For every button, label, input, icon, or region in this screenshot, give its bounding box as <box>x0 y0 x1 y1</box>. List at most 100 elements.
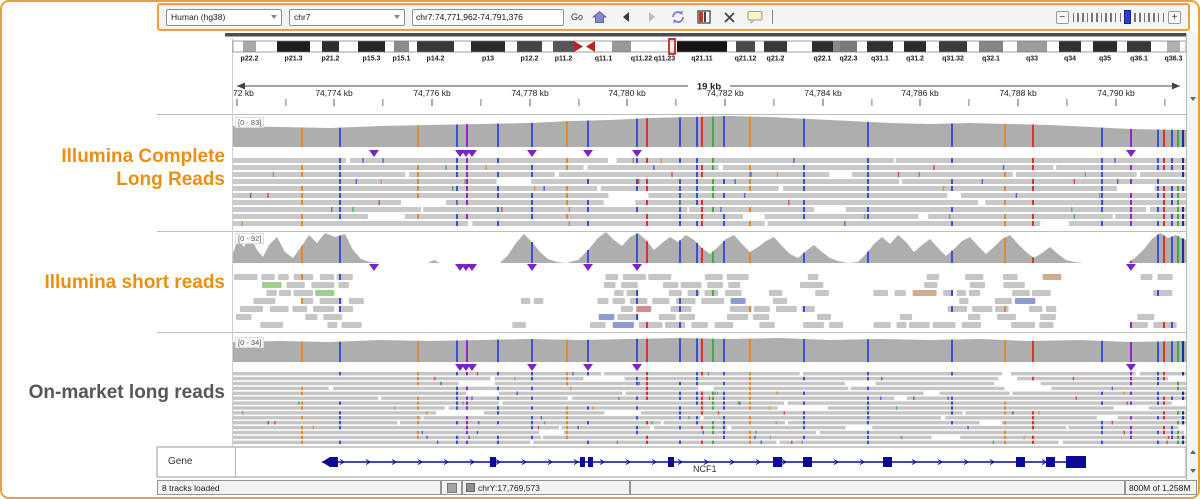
svg-text:p14.2: p14.2 <box>427 56 445 63</box>
genome-select[interactable]: Human (hg38) <box>166 9 282 26</box>
svg-text:74,784 kb: 74,784 kb <box>804 88 842 98</box>
track-separator <box>157 332 1186 333</box>
track-section-1[interactable] <box>233 116 1186 226</box>
zoom-tick <box>1120 13 1122 22</box>
insertion-marker <box>583 150 593 157</box>
status-empty-cell <box>630 480 1125 495</box>
svg-text:q21.2: q21.2 <box>767 56 785 63</box>
ruler[interactable]: 19 kb72 kb74,774 kb74,776 kb74,778 kb74,… <box>233 82 1180 107</box>
svg-text:74,774 kb: 74,774 kb <box>315 88 353 98</box>
zoom-out-button[interactable]: − <box>1056 11 1069 24</box>
insertion-marker <box>527 150 537 157</box>
status-text: chrY:17,769,573 <box>478 483 540 493</box>
track-separator <box>157 114 1186 115</box>
svg-text:p12.2: p12.2 <box>521 56 539 63</box>
chevron-down-icon <box>394 15 400 19</box>
zoom-tick <box>1101 13 1103 22</box>
svg-text:q36.1: q36.1 <box>1130 56 1148 63</box>
zoom-slider-track[interactable] <box>1073 10 1164 24</box>
home-icon[interactable] <box>590 8 609 27</box>
annotation-on-market-long-reads: On-market long reads <box>12 382 225 405</box>
read-alignments[interactable] <box>233 372 1186 444</box>
zoom-tick <box>1163 13 1165 22</box>
svg-text:q31.2: q31.2 <box>906 56 924 63</box>
insertion-marker <box>632 364 642 371</box>
coverage-histogram <box>233 338 1186 362</box>
zoom-tick <box>1115 13 1117 22</box>
refresh-icon[interactable] <box>668 8 687 27</box>
insertion-marker <box>527 364 537 371</box>
zoom-tick <box>1096 13 1098 22</box>
zoom-tick <box>1087 13 1089 22</box>
tooltip-icon[interactable] <box>746 8 765 27</box>
svg-text:74,776 kb: 74,776 kb <box>413 88 451 98</box>
igv-application-window: Human (hg38) chr7 Go <box>0 0 1200 499</box>
chevron-down-icon <box>271 15 277 19</box>
svg-text:q32.1: q32.1 <box>982 56 1000 63</box>
status-memory: 800M of 1,258M <box>1125 480 1197 495</box>
status-cursor-position: chrY:17,769,573 <box>462 480 630 495</box>
scroll-down-icon[interactable] <box>1190 469 1196 473</box>
svg-text:74,790 kb: 74,790 kb <box>1097 88 1135 98</box>
svg-text:p15.1: p15.1 <box>393 56 411 63</box>
annotation-illumina-short-reads: Illumina short reads <box>12 272 225 295</box>
coverage-range-label-1: [0 - 83] <box>235 117 264 128</box>
svg-text:q11.23: q11.23 <box>654 56 676 63</box>
zoom-slider-thumb[interactable] <box>1124 10 1131 24</box>
tracks-canvas[interactable]: p22.2p21.3p21.2p15.3p15.1p14.2p13p12.2p1… <box>0 0 1200 499</box>
go-button[interactable]: Go <box>571 12 583 22</box>
toolbar-separator <box>772 10 773 24</box>
forward-icon[interactable] <box>642 8 661 27</box>
svg-text:p13: p13 <box>482 56 494 63</box>
svg-text:q31.32: q31.32 <box>942 56 964 63</box>
gene-track-label: Gene <box>168 456 192 467</box>
zoom-control: − + <box>1056 10 1181 24</box>
locus-input[interactable] <box>412 9 564 26</box>
status-icon-cell <box>441 480 462 495</box>
insertion-marker <box>1126 364 1136 371</box>
chromosome-select[interactable]: chr7 <box>289 9 405 26</box>
svg-text:q35: q35 <box>1099 56 1111 63</box>
scroll-up-icon[interactable] <box>1190 450 1196 454</box>
vertical-scrollbar[interactable] <box>1186 33 1200 480</box>
zoom-tick <box>1158 13 1160 22</box>
zoom-in-button[interactable]: + <box>1168 11 1181 24</box>
insertion-marker <box>369 264 379 271</box>
svg-text:74,786 kb: 74,786 kb <box>901 88 939 98</box>
zoom-tick <box>1134 13 1136 22</box>
back-icon[interactable] <box>616 8 635 27</box>
svg-text:q11.1: q11.1 <box>595 56 613 63</box>
insertion-marker <box>583 364 593 371</box>
svg-text:q36.3: q36.3 <box>1165 56 1183 63</box>
svg-text:p22.2: p22.2 <box>241 56 259 63</box>
track-separator <box>157 231 1186 232</box>
chromosome-ideogram[interactable]: p22.2p21.3p21.2p15.3p15.1p14.2p13p12.2p1… <box>233 39 1186 63</box>
svg-text:q33: q33 <box>1026 56 1038 63</box>
toolbar: Human (hg38) chr7 Go <box>157 3 1190 31</box>
annotation-line: On-market long reads <box>12 382 225 405</box>
zoom-tick <box>1077 13 1079 22</box>
annotation-line: Illumina short reads <box>12 272 225 295</box>
svg-text:72 kb: 72 kb <box>233 88 254 98</box>
read-alignments[interactable] <box>234 274 1177 328</box>
svg-text:p21.3: p21.3 <box>285 56 303 63</box>
coverage-range-label-3: [0 - 34] <box>235 337 264 348</box>
region-of-interest-icon[interactable] <box>694 8 713 27</box>
svg-text:74,778 kb: 74,778 kb <box>511 88 549 98</box>
track-section-3[interactable] <box>233 338 1186 444</box>
resize-icon[interactable] <box>720 8 739 27</box>
status-text: 8 tracks loaded <box>162 483 220 493</box>
zoom-tick <box>1139 13 1141 22</box>
status-bar: 8 tracks loaded chrY:17,769,573 800M of … <box>157 480 1197 495</box>
read-alignments[interactable] <box>233 158 1186 226</box>
scroll-down-icon[interactable] <box>1190 97 1196 101</box>
chromosome-select-value: chr7 <box>294 12 311 22</box>
svg-text:q22.3: q22.3 <box>840 56 858 63</box>
track-section-2[interactable] <box>233 232 1186 328</box>
insertion-marker <box>527 264 537 271</box>
zoom-tick <box>1105 13 1107 22</box>
insertion-marker <box>369 150 379 157</box>
annotation-line: Long Reads <box>12 169 225 192</box>
svg-text:p11.2: p11.2 <box>555 56 573 63</box>
insertion-marker <box>632 264 642 271</box>
